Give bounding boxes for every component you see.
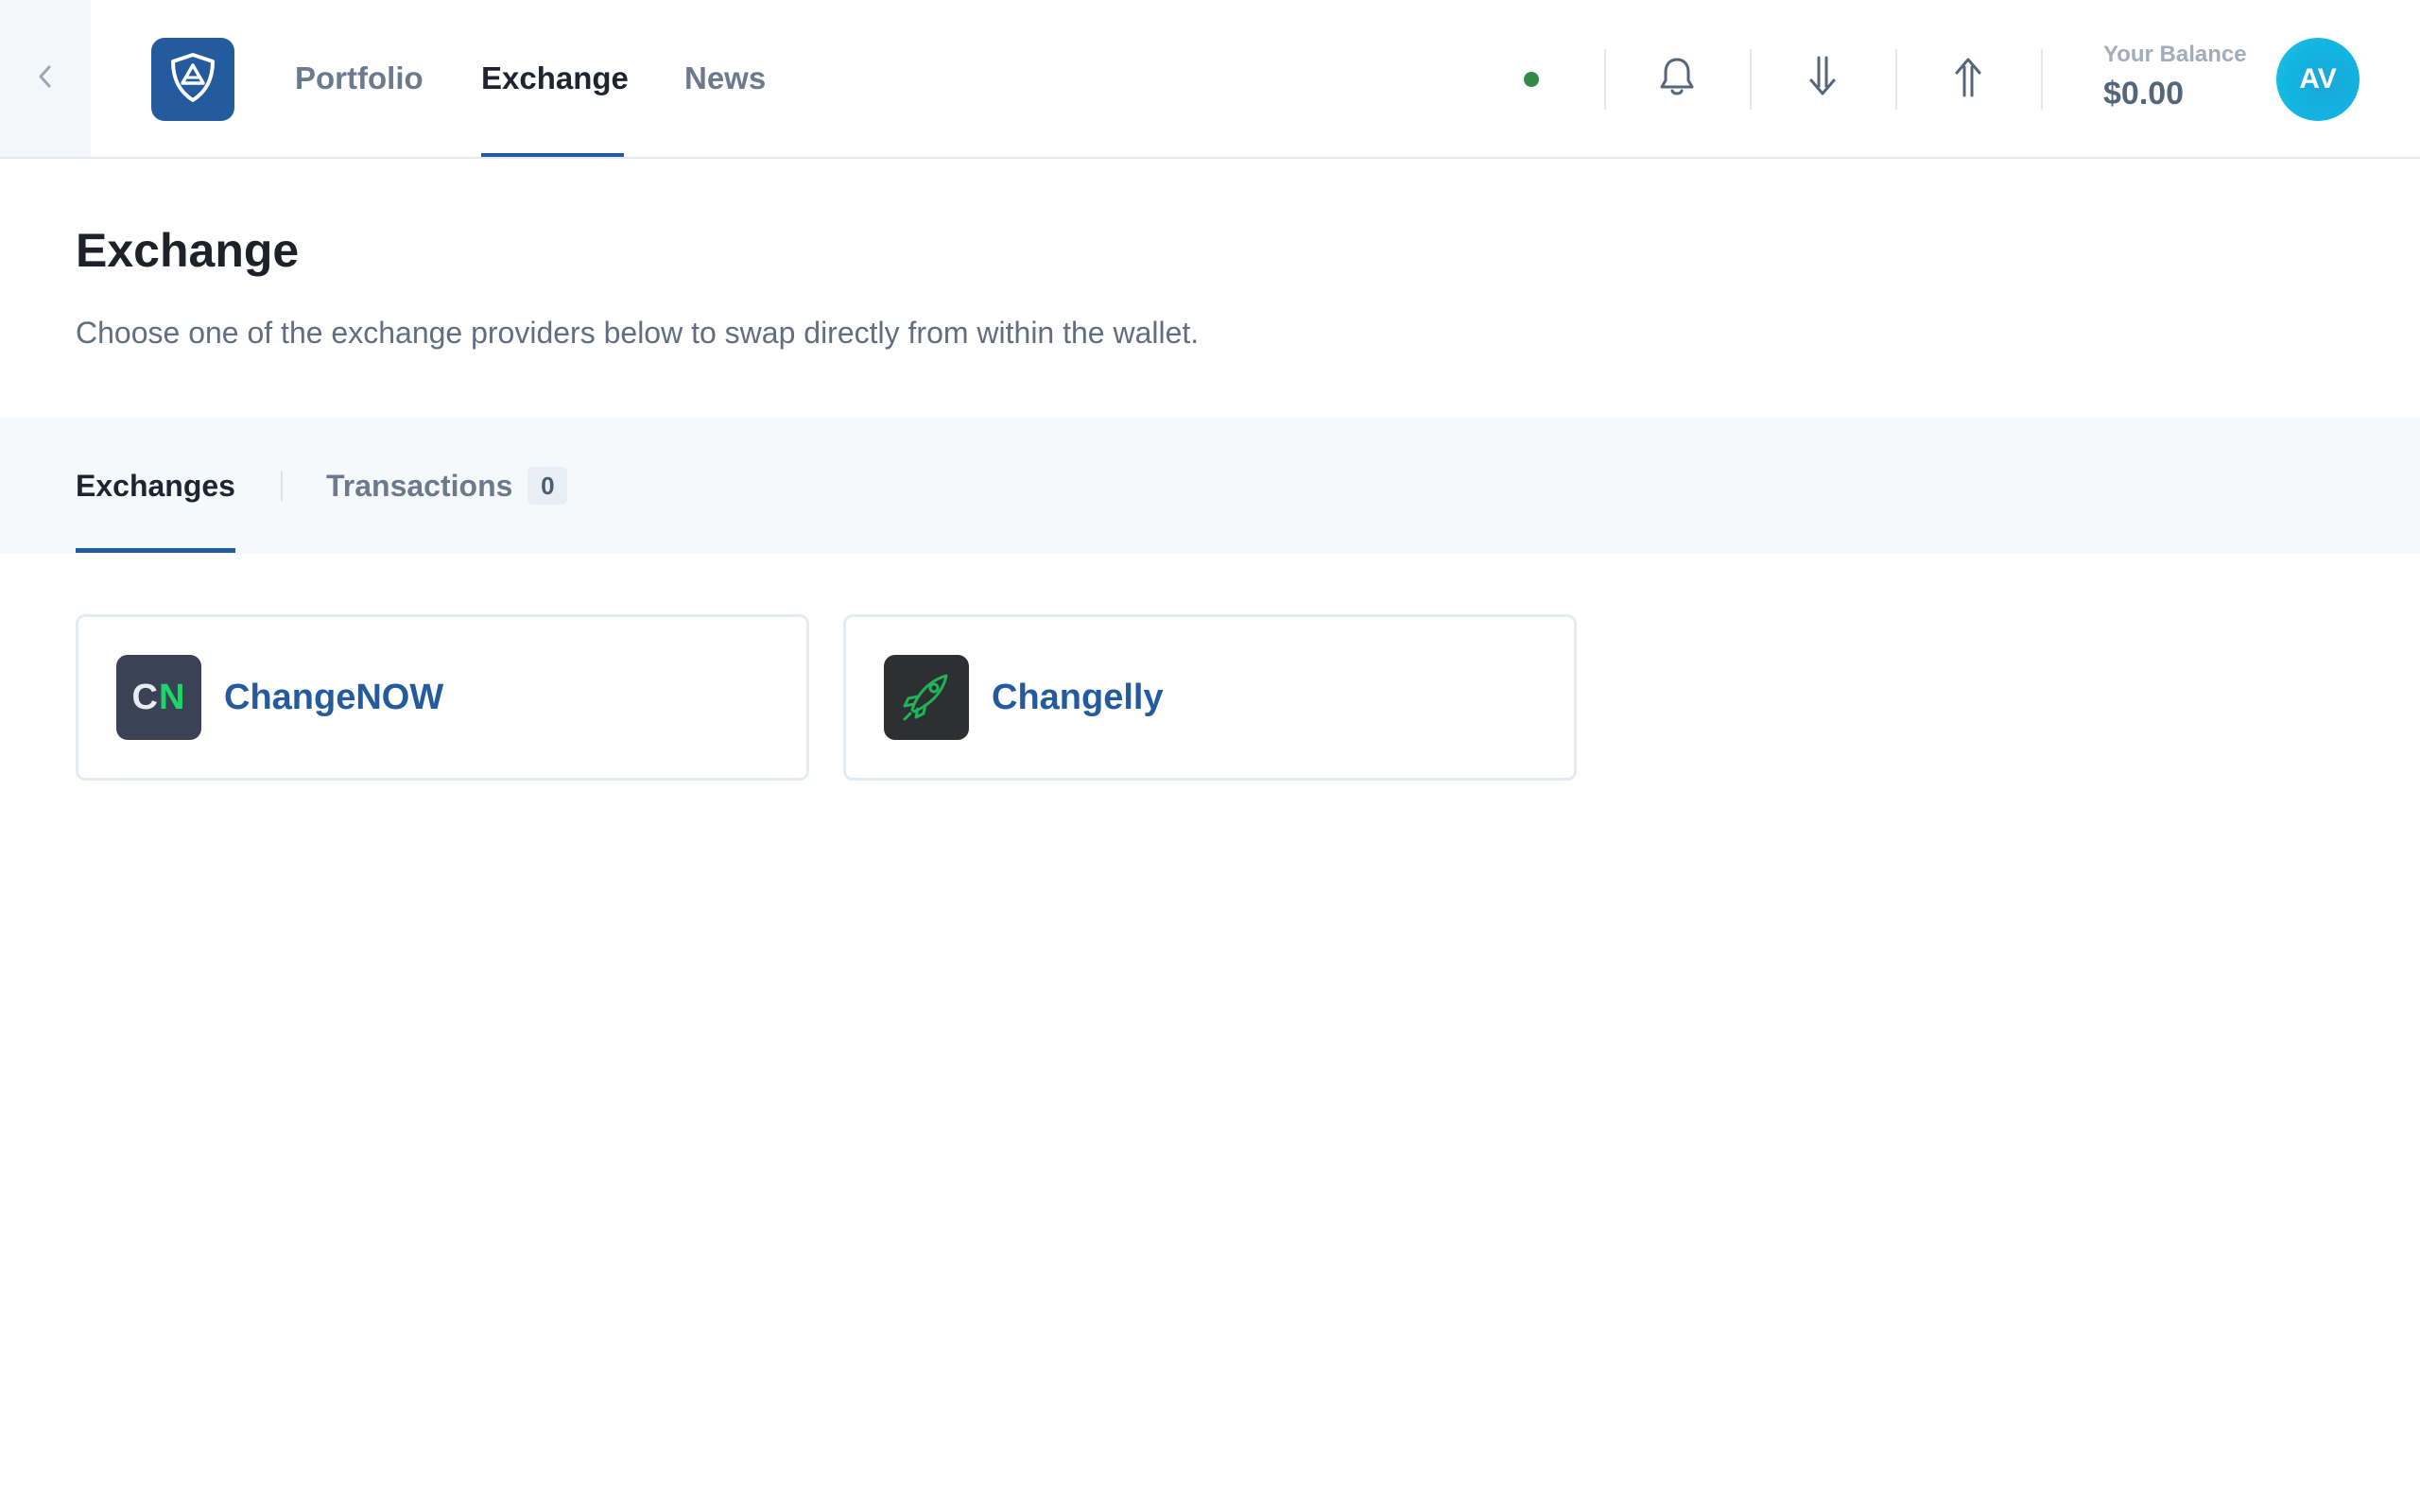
logo-letter: N — [159, 677, 186, 717]
bell-icon — [1656, 55, 1698, 103]
chevron-left-icon — [35, 62, 56, 95]
tab-transactions[interactable]: Transactions 0 — [326, 418, 568, 554]
back-button[interactable] — [0, 0, 91, 157]
nav-active-indicator — [481, 153, 624, 157]
divider — [1895, 49, 1897, 110]
send-button[interactable] — [1938, 47, 1998, 110]
tab-exchanges[interactable]: Exchanges — [76, 418, 235, 554]
user-avatar[interactable]: AV — [2276, 38, 2360, 121]
divider — [1604, 49, 1606, 110]
nav-news[interactable]: News — [684, 0, 766, 157]
tab-label: Exchanges — [76, 468, 235, 503]
shield-logo-icon — [164, 49, 221, 111]
receive-button[interactable] — [1792, 47, 1853, 110]
transactions-count-badge: 0 — [527, 467, 568, 505]
balance-value: $0.00 — [2103, 76, 2185, 112]
changelly-logo — [884, 655, 969, 740]
tab-active-indicator — [76, 548, 235, 553]
tab-divider — [281, 471, 283, 501]
provider-card-changenow[interactable]: CN ChangeNOW — [76, 614, 809, 781]
divider — [1750, 49, 1752, 110]
notifications-button[interactable] — [1647, 47, 1707, 110]
provider-name: ChangeNOW — [224, 677, 444, 717]
connection-status-dot — [1524, 72, 1539, 87]
tabs-bar: Exchanges Transactions 0 — [0, 418, 2420, 554]
provider-card-changelly[interactable]: Changelly — [843, 614, 1577, 781]
provider-name: Changelly — [992, 677, 1164, 717]
page-description: Choose one of the exchange providers bel… — [76, 316, 1200, 350]
divider — [2041, 49, 2043, 110]
nav-portfolio[interactable]: Portfolio — [295, 0, 424, 157]
page-title: Exchange — [76, 224, 300, 277]
arrow-down-icon — [1804, 54, 1841, 104]
rocket-icon — [899, 668, 954, 728]
changenow-logo: CN — [116, 655, 201, 740]
logo-letter: C — [131, 677, 159, 717]
app-logo[interactable] — [151, 38, 234, 121]
arrow-up-icon — [1949, 54, 1987, 104]
nav-exchange[interactable]: Exchange — [481, 0, 629, 157]
balance-label: Your Balance — [2103, 42, 2247, 67]
top-bar: Portfolio Exchange News Your Balance $0.… — [0, 0, 2420, 159]
tab-label: Transactions — [326, 468, 513, 503]
